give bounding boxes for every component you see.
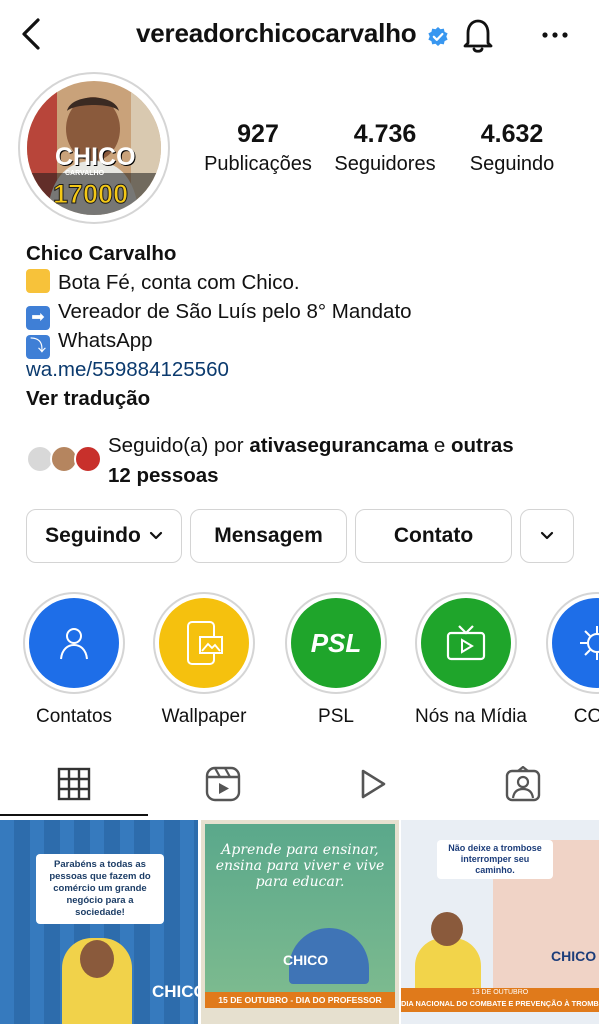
stat-posts-value: 927 <box>237 120 279 148</box>
post-caption: Aprende para ensinar, ensina para viver … <box>215 842 385 890</box>
more-icon[interactable] <box>540 22 570 48</box>
chevron-down-icon <box>540 531 554 540</box>
profile-name: Chico Carvalho <box>26 242 177 265</box>
post-banner: 15 DE OUTUBRO - DIA DO PROFESSOR <box>205 992 395 1008</box>
highlight-label: COVI <box>573 706 599 727</box>
post-banner: 13 DE OUTUBRO DIA NACIONAL DO COMBATE E … <box>401 988 599 1012</box>
bell-icon[interactable] <box>460 15 496 55</box>
phone-image-icon <box>187 621 223 665</box>
bio-line-2-text: Vereador de São Luís pelo 8° Mandato <box>58 300 412 323</box>
tab-grid[interactable] <box>54 762 94 806</box>
bio-line-1: Bota Fé, conta com Chico. <box>26 268 300 297</box>
tab-reels[interactable] <box>203 762 243 806</box>
highlight-contatos[interactable]: Contatos <box>23 592 125 728</box>
grid-icon <box>57 767 91 801</box>
highlight-label: PSL <box>318 706 354 727</box>
post-caption: Parabéns a todas as pessoas que fazem do… <box>36 854 164 924</box>
see-translation-link[interactable]: Ver tradução <box>26 384 150 413</box>
avatar[interactable]: CHICO CARVALHO 17000 <box>27 81 161 215</box>
post-person-head <box>80 940 114 978</box>
suggested-accounts-button[interactable] <box>520 509 574 563</box>
followed-by-text[interactable]: Seguido(a) por ativasegurancama e outras… <box>108 431 514 491</box>
profile-header: vereadorchicocarvalho <box>0 0 599 70</box>
avatar-logo: CHICO <box>55 143 136 171</box>
tab-tagged[interactable] <box>503 762 543 806</box>
highlight-psl[interactable]: PSL PSL <box>285 592 387 728</box>
tab-videos[interactable] <box>352 762 392 806</box>
post-thumbnail[interactable]: Parabéns a todas as pessoas que fazem do… <box>0 820 198 1024</box>
bio-line-1-text: Bota Fé, conta com Chico. <box>58 271 300 294</box>
post-logo: CHICO <box>551 948 597 964</box>
stat-posts-label: Publicações <box>204 153 312 175</box>
contact-button[interactable]: Contato <box>355 509 512 563</box>
tv-icon <box>446 625 486 661</box>
follower-avatar <box>74 445 102 473</box>
post-thumbnail[interactable]: Não deixe a trombose interromper seu cam… <box>401 820 599 1024</box>
reels-icon <box>205 766 241 802</box>
active-tab-indicator <box>0 814 148 816</box>
stat-posts[interactable]: 927 Publicações <box>198 120 318 176</box>
chevron-down-icon <box>149 531 162 540</box>
tagged-icon <box>505 766 541 802</box>
avatar-logo-sub: CARVALHO <box>65 170 105 177</box>
back-arrow-icon[interactable] <box>14 14 50 54</box>
bio-line-3-text: WhatsApp <box>58 329 153 352</box>
post-banner-title: DIA NACIONAL DO COMBATE E PREVENÇÃO À TR… <box>401 999 599 1008</box>
person-icon <box>60 628 88 660</box>
message-button[interactable]: Mensagem <box>190 509 347 563</box>
profile-username: vereadorchicocarvalho <box>136 18 417 48</box>
handshake-emoji-icon <box>26 269 50 293</box>
stat-following[interactable]: 4.632 Seguindo <box>452 120 572 176</box>
post-logo: CHICO <box>283 952 329 968</box>
highlight-wallpaper[interactable]: Wallpaper <box>153 592 255 728</box>
stat-followers-label: Seguidores <box>334 153 436 175</box>
avatar-number: 17000 <box>52 179 129 210</box>
post-caption: Não deixe a trombose interromper seu cam… <box>437 840 553 879</box>
verified-badge-icon <box>428 27 448 46</box>
highlight-label: Contatos <box>35 706 113 727</box>
post-banner-date: 13 DE OUTUBRO <box>471 989 529 996</box>
stat-followers[interactable]: 4.736 Seguidores <box>325 120 445 176</box>
virus-icon <box>580 626 599 660</box>
video-play-icon <box>361 769 386 799</box>
stat-following-value: 4.632 <box>480 120 544 148</box>
bio-link[interactable]: wa.me/559884125560 <box>26 355 229 384</box>
highlight-nos-na-midia[interactable]: Nós na Mídia <box>415 592 527 728</box>
following-button[interactable]: Seguindo <box>26 509 182 563</box>
followed-by-user: ativasegurancama <box>249 434 429 457</box>
post-thumbnail[interactable]: Aprende para ensinar, ensina para viver … <box>201 820 399 1024</box>
followed-by-others: outras <box>451 434 514 457</box>
followed-by-prefix: Seguido(a) por <box>108 434 250 457</box>
post-logo: CHICO <box>152 982 198 1001</box>
followed-by-middle: e <box>428 434 452 457</box>
following-button-label: Seguindo <box>45 524 141 547</box>
highlight-label: Wallpaper <box>161 706 247 727</box>
highlight-label: Nós na Mídia <box>415 706 527 727</box>
stat-followers-value: 4.736 <box>353 120 417 148</box>
stat-following-label: Seguindo <box>469 153 555 175</box>
highlight-covid[interactable]: COVI <box>546 592 599 728</box>
followed-by-count: 12 pessoas <box>108 464 219 487</box>
psl-logo: PSL <box>310 627 362 658</box>
post-person-head <box>431 912 463 946</box>
